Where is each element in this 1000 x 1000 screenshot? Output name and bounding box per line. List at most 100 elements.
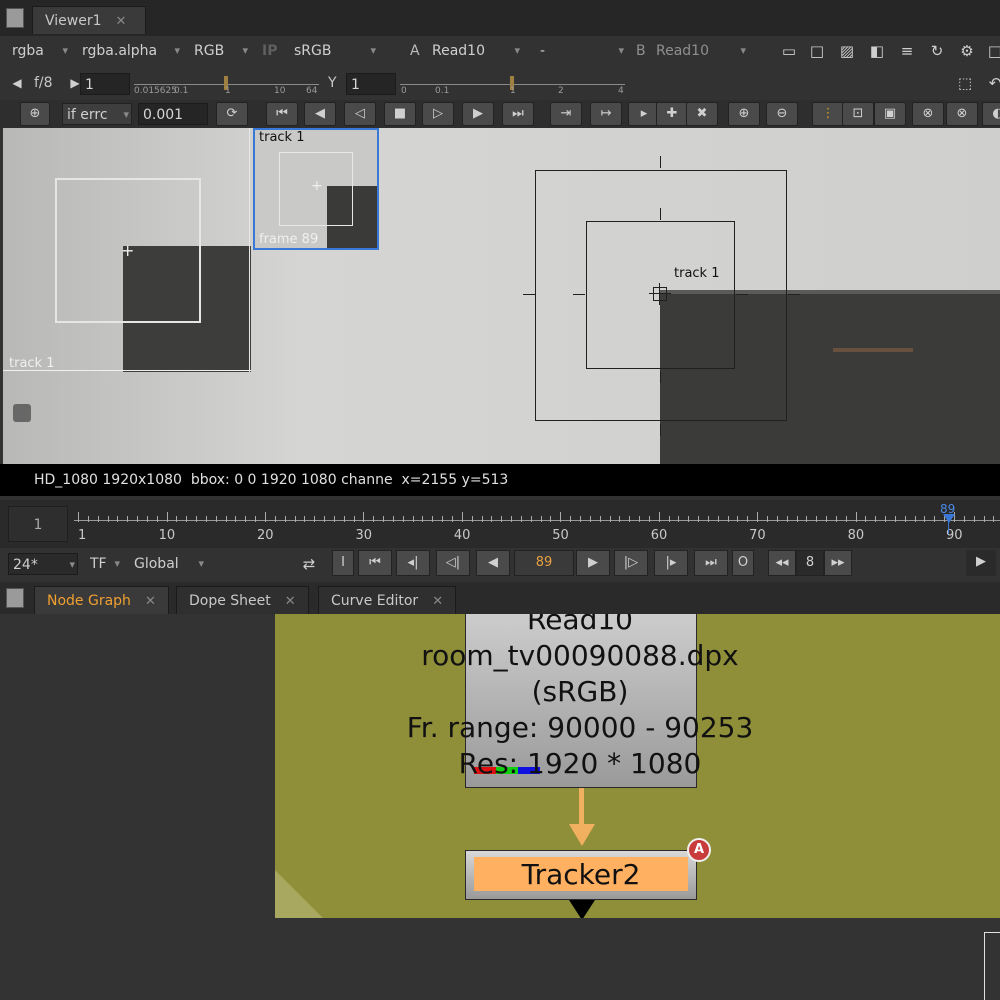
- show-panel-icon[interactable]: ▣: [874, 102, 906, 126]
- timeline-ruler[interactable]: 1 10 20 30 40 50 60 70 80 90: [74, 504, 1000, 544]
- gain-slider[interactable]: 0.015625 0.1 1 10 64: [134, 74, 319, 96]
- selection-tool-icon[interactable]: ⬚: [954, 72, 976, 94]
- tab-curve-editor[interactable]: Curve Editor ✕: [318, 586, 457, 614]
- timeline-tick: [225, 516, 227, 522]
- gain-field[interactable]: 1: [80, 73, 130, 95]
- ip-toggle[interactable]: IP: [262, 40, 277, 62]
- track-forward-icon[interactable]: ▷: [422, 102, 454, 126]
- channels-dropdown[interactable]: rgba: [8, 40, 70, 62]
- next-keyframe-icon[interactable]: |▸: [654, 550, 688, 576]
- gamma-field[interactable]: 1: [346, 73, 396, 95]
- connection-arrowhead: [569, 824, 595, 846]
- fps-dropdown[interactable]: 24*: [8, 553, 78, 576]
- timeline-tick: [432, 516, 434, 522]
- panel-menu-icon-2[interactable]: [6, 588, 24, 608]
- play-backward-icon[interactable]: ◀: [476, 550, 510, 576]
- range-dropdown[interactable]: Global: [130, 553, 206, 575]
- threshold-field[interactable]: 0.001: [138, 103, 208, 125]
- colorspace-dropdown[interactable]: sRGB: [290, 40, 378, 62]
- out-point-button[interactable]: O: [732, 550, 754, 576]
- close-icon[interactable]: ✕: [432, 594, 443, 609]
- timecode-dropdown[interactable]: TF: [86, 553, 122, 575]
- flipbook-icon[interactable]: ▶: [966, 550, 996, 576]
- play-forward-icon[interactable]: ▶: [576, 550, 610, 576]
- refresh-icon[interactable]: ↻: [926, 40, 948, 62]
- track-backward-step-icon[interactable]: ◀: [304, 102, 336, 126]
- add-keys-icon[interactable]: ⊕: [728, 102, 760, 126]
- loop-mode-icon[interactable]: ⇄: [298, 553, 320, 575]
- read-node-colorspace: (sRGB): [531, 675, 629, 708]
- add-key-icon[interactable]: ✚: [656, 102, 688, 126]
- node-graph-backdrop[interactable]: Read10 room_tv00090088.dpx (sRGB) Fr. ra…: [275, 614, 1000, 918]
- tab-viewer1[interactable]: Viewer1 ✕: [32, 6, 146, 34]
- roi-icon[interactable]: ▭: [778, 40, 800, 62]
- stop-tracking-icon[interactable]: ■: [384, 102, 416, 126]
- compare-op-dropdown[interactable]: -: [536, 40, 626, 62]
- key-icon[interactable]: ⟳: [216, 102, 248, 126]
- skip-increment-field[interactable]: 8: [796, 550, 824, 576]
- navigator-box[interactable]: [984, 932, 1000, 1000]
- in-point-button[interactable]: I: [332, 550, 354, 576]
- timeline-tick: [973, 516, 975, 522]
- timeline-start-field[interactable]: 1: [8, 506, 68, 542]
- panel-menu-icon[interactable]: [6, 8, 24, 28]
- overflow-icon[interactable]: □: [984, 40, 1000, 62]
- viewer-canvas[interactable]: + track 1 + track 1 frame 89 track 1: [3, 128, 1000, 464]
- track-center-crosshair-icon[interactable]: [649, 283, 671, 305]
- step-forward-icon[interactable]: |▷: [614, 550, 648, 576]
- clip-warning-icon[interactable]: ▨: [836, 40, 858, 62]
- undo-icon[interactable]: ↶: [984, 72, 1000, 94]
- proxy-icon[interactable]: □: [806, 40, 828, 62]
- go-to-end-icon[interactable]: ⏭: [694, 550, 728, 576]
- current-frame-marker[interactable]: [943, 514, 955, 523]
- track-backward-icon[interactable]: ◁: [344, 102, 376, 126]
- clear-all-icon[interactable]: ⊗: [946, 102, 978, 126]
- timeline-tick: [609, 516, 611, 522]
- remove-keys-icon[interactable]: ⊖: [766, 102, 798, 126]
- viewer-tab-strip: Viewer1 ✕: [0, 0, 1000, 36]
- overflow-right-icon[interactable]: ◐: [982, 102, 1000, 126]
- current-frame-field[interactable]: 89: [514, 550, 574, 576]
- delete-key-icon[interactable]: ✖: [686, 102, 718, 126]
- keyframe-next-icon[interactable]: ↦: [590, 102, 622, 126]
- on-error-dropdown[interactable]: if errc: [62, 103, 132, 126]
- add-track-icon[interactable]: ⊕: [20, 102, 50, 126]
- tracker-node[interactable]: Tracker2: [465, 850, 697, 900]
- tab-node-graph[interactable]: Node Graph ✕: [34, 586, 169, 614]
- gamma-slider[interactable]: 0 0.1 1 2 4: [400, 74, 625, 96]
- gain-decrease-icon[interactable]: ◀: [6, 72, 28, 94]
- lines-icon[interactable]: ≡: [896, 40, 918, 62]
- go-to-start-icon[interactable]: ⏮: [358, 550, 392, 576]
- tracker-output-arrow[interactable]: [569, 900, 595, 918]
- close-icon[interactable]: ✕: [285, 594, 296, 609]
- skip-back-icon[interactable]: ◂◂: [768, 550, 796, 576]
- display-channel-dropdown[interactable]: RGB: [190, 40, 250, 62]
- left-track-center-icon[interactable]: +: [121, 243, 134, 259]
- clear-keys-icon[interactable]: ⊗: [912, 102, 944, 126]
- traffic-light-icon[interactable]: ⋮: [812, 102, 844, 126]
- track-to-end-icon[interactable]: ⏭: [502, 102, 534, 126]
- read-node-res: Res: 1920 * 1080: [458, 747, 702, 780]
- node-connection[interactable]: [579, 788, 584, 828]
- b-input-dropdown[interactable]: Read10: [652, 40, 748, 62]
- settings-gear-icon[interactable]: ⚙: [956, 40, 978, 62]
- timeline-tick: [491, 516, 493, 522]
- prev-keyframe-icon[interactable]: ◂|: [396, 550, 430, 576]
- track-forward-step-icon[interactable]: ▶: [462, 102, 494, 126]
- step-back-icon[interactable]: ◁|: [436, 550, 470, 576]
- tab-dope-sheet[interactable]: Dope Sheet ✕: [176, 586, 309, 614]
- center-viewer-icon[interactable]: ⊡: [842, 102, 874, 126]
- skip-forward-icon[interactable]: ▸▸: [824, 550, 852, 576]
- timeline-tick: [235, 516, 237, 522]
- close-icon[interactable]: ✕: [116, 14, 127, 29]
- timeline-tick: [885, 516, 887, 522]
- alpha-channel-dropdown[interactable]: rgba.alpha: [78, 40, 182, 62]
- track-range-icon[interactable]: ⇥: [550, 102, 582, 126]
- a-input-dropdown[interactable]: Read10: [428, 40, 522, 62]
- zoom-window[interactable]: + track 1 frame 89: [253, 128, 379, 250]
- track-to-start-icon[interactable]: ⏮: [266, 102, 298, 126]
- close-icon[interactable]: ✕: [145, 594, 156, 609]
- timeline-tick: [245, 516, 247, 522]
- wipe-icon[interactable]: ◧: [866, 40, 888, 62]
- timeline[interactable]: 1 1 10 20 30 40 50 60 70 80 90 89: [0, 500, 1000, 548]
